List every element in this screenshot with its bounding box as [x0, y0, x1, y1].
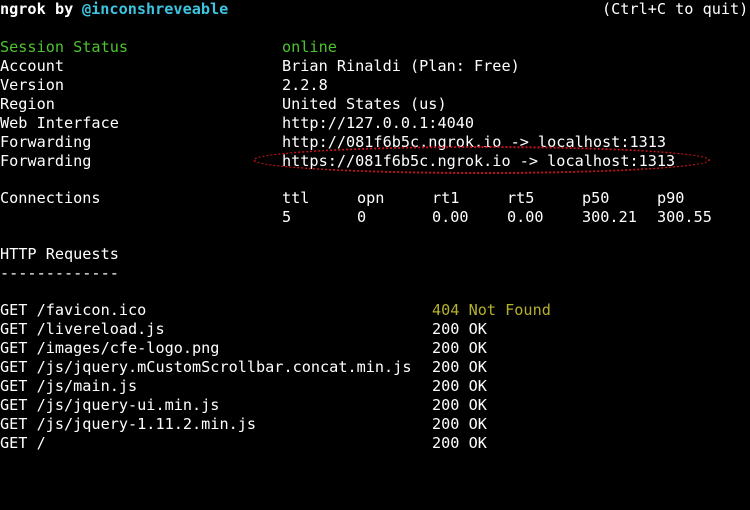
- status-label: Account: [0, 57, 65, 75]
- status-row-account: Account Brian Rinaldi (Plan: Free): [0, 57, 520, 76]
- header-line: ngrok by @inconshreveable (Ctrl+C to qui…: [0, 0, 748, 19]
- status-row-forwarding-http: Forwarding http://081f6b5c.ngrok.io -> l…: [0, 133, 666, 152]
- requests-underline-row: -------------: [0, 264, 119, 283]
- conn-header-rt1: rt1: [432, 189, 460, 207]
- status-value: online: [282, 38, 337, 56]
- terminal-window: ngrok by @inconshreveable (Ctrl+C to qui…: [0, 0, 750, 469]
- quit-hint: (Ctrl+C to quit): [602, 0, 749, 18]
- request-path: GET /favicon.ico: [0, 301, 147, 319]
- request-path: GET /js/jquery.mCustomScrollbar.concat.m…: [0, 358, 412, 376]
- connections-values-row: 5 0 0.00 0.00 300.21 300.55: [0, 208, 712, 227]
- forwarding-http-url[interactable]: http://081f6b5c.ngrok.io -> localhost:13…: [282, 133, 666, 152]
- conn-header-p50: p50: [582, 189, 610, 207]
- request-path: GET /js/jquery-1.11.2.min.js: [0, 415, 257, 433]
- status-row-region: Region United States (us): [0, 95, 447, 114]
- status-label: Session Status: [0, 38, 129, 56]
- status-row-web-interface: Web Interface http://127.0.0.1:4040: [0, 114, 474, 133]
- conn-header-p90: p90: [657, 189, 685, 207]
- request-path: GET /js/main.js: [0, 377, 138, 395]
- conn-header-opn: opn: [357, 189, 385, 207]
- request-status: 200 OK: [432, 434, 487, 452]
- web-interface-url[interactable]: http://127.0.0.1:4040: [282, 114, 474, 133]
- connections-label: Connections: [0, 189, 101, 207]
- author-handle: @inconshreveable: [82, 0, 229, 18]
- request-status: 200 OK: [432, 320, 487, 338]
- status-row-session: Session Status online: [0, 38, 337, 57]
- app-name: ngrok: [0, 0, 46, 18]
- requests-title-row: HTTP Requests: [0, 245, 119, 264]
- request-row: GET /favicon.ico 404 Not Found: [0, 301, 551, 320]
- request-row: GET /js/jquery.mCustomScrollbar.concat.m…: [0, 358, 487, 377]
- requests-title: HTTP Requests: [0, 245, 119, 263]
- request-path: GET /js/jquery-ui.min.js: [0, 396, 220, 414]
- request-status-not-found: 404 Not Found: [432, 301, 551, 319]
- status-label: Forwarding: [0, 133, 92, 151]
- conn-value-ttl: 5: [282, 208, 292, 226]
- status-label: Forwarding: [0, 152, 92, 170]
- forwarding-https-url[interactable]: https://081f6b5c.ngrok.io -> localhost:1…: [282, 152, 675, 171]
- status-value: 2.2.8: [282, 76, 328, 94]
- conn-value-p50: 300.21: [582, 208, 637, 226]
- request-row: GET / 200 OK: [0, 434, 487, 453]
- request-status: 200 OK: [432, 358, 487, 376]
- request-path: GET /: [0, 434, 46, 452]
- request-path: GET /images/cfe-logo.png: [0, 339, 220, 357]
- request-row: GET /images/cfe-logo.png 200 OK: [0, 339, 487, 358]
- conn-value-opn: 0: [357, 208, 367, 226]
- status-row-version: Version 2.2.8: [0, 76, 328, 95]
- connections-header-row: Connections ttl opn rt1 rt5 p50 p90: [0, 189, 684, 208]
- request-row: GET /js/main.js 200 OK: [0, 377, 487, 396]
- by-text: by: [55, 0, 74, 18]
- conn-header-ttl: ttl: [282, 189, 310, 207]
- conn-header-rt5: rt5: [507, 189, 535, 207]
- status-label: Web Interface: [0, 114, 119, 132]
- status-label: Version: [0, 76, 65, 94]
- request-row: GET /livereload.js 200 OK: [0, 320, 487, 339]
- conn-value-p90: 300.55: [657, 208, 712, 226]
- request-path: GET /livereload.js: [0, 320, 165, 338]
- request-status: 200 OK: [432, 377, 487, 395]
- request-status: 200 OK: [432, 339, 487, 357]
- requests-underline: -------------: [0, 264, 119, 282]
- request-row: GET /js/jquery-1.11.2.min.js 200 OK: [0, 415, 487, 434]
- request-status: 200 OK: [432, 396, 487, 414]
- status-value: United States (us): [282, 95, 447, 113]
- status-value: Brian Rinaldi (Plan: Free): [282, 57, 520, 75]
- status-row-forwarding-https: Forwarding https://081f6b5c.ngrok.io -> …: [0, 152, 675, 171]
- conn-value-rt1: 0.00: [432, 208, 469, 226]
- request-row: GET /js/jquery-ui.min.js 200 OK: [0, 396, 487, 415]
- request-status: 200 OK: [432, 415, 487, 433]
- status-label: Region: [0, 95, 55, 113]
- conn-value-rt5: 0.00: [507, 208, 544, 226]
